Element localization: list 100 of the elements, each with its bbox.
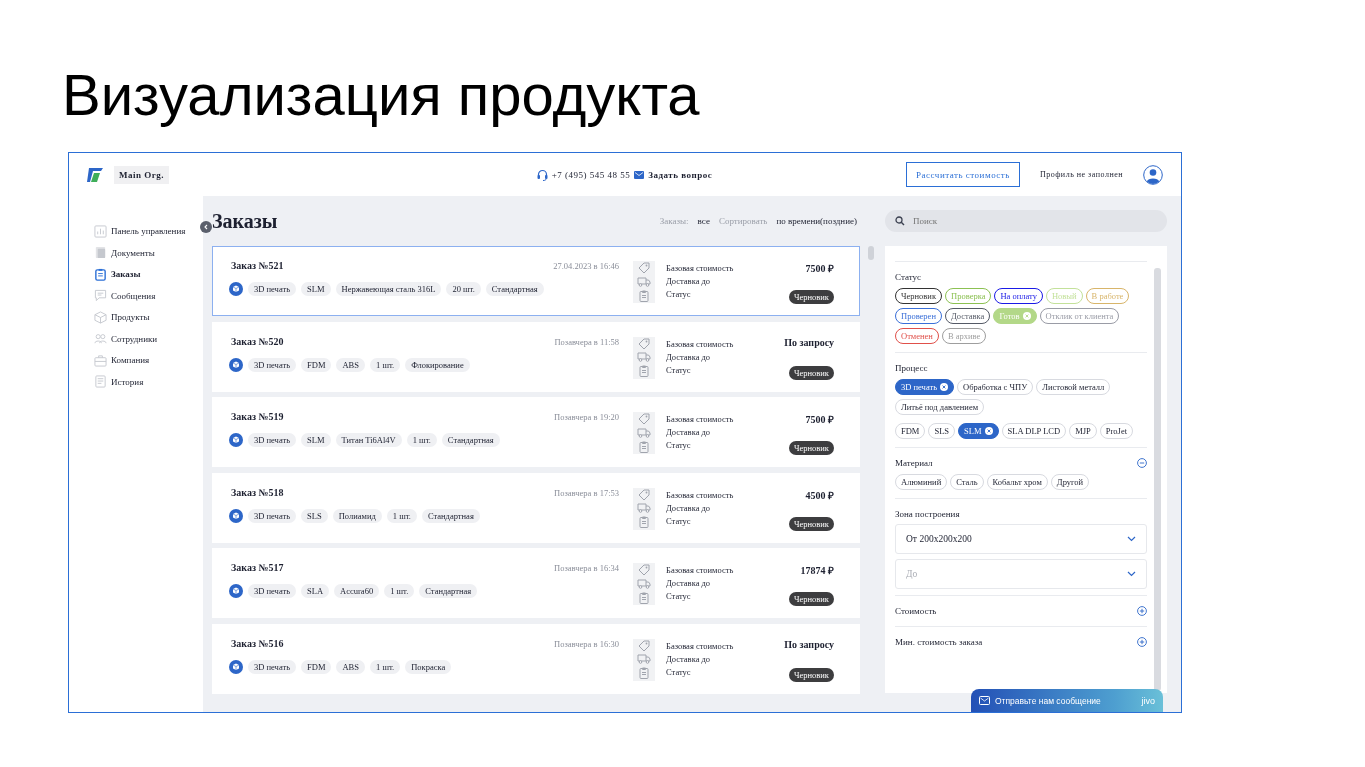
filter-chip[interactable]: На оплату — [994, 288, 1043, 304]
filter-chip[interactable]: SLS — [928, 423, 956, 439]
order-tag: Титан Ti6Al4V — [335, 433, 402, 447]
delivery-label: Доставка до — [666, 653, 712, 664]
sidebar-item[interactable]: Сотрудники — [94, 330, 203, 347]
logo-icon — [86, 166, 104, 183]
sidebar-item[interactable]: Сообщения — [94, 287, 203, 304]
order-price: 4500 ₽ — [805, 488, 834, 502]
chat-widget[interactable]: Отправьте нам сообщение jivo — [971, 689, 1163, 712]
clipboard-icon — [94, 267, 107, 281]
sort-dropdown[interactable]: по времени(поздние) — [776, 216, 857, 226]
collapse-icon[interactable] — [1137, 458, 1147, 468]
remove-icon[interactable] — [984, 427, 993, 435]
order-tag: SLM — [301, 433, 331, 447]
filter-chip[interactable]: Проверен — [895, 308, 942, 324]
filter-chip[interactable]: FDM — [895, 423, 926, 439]
profile-status[interactable]: Профиль не заполнен — [1039, 170, 1123, 179]
filter-chip[interactable]: 3D печать — [895, 379, 955, 395]
organization-name[interactable]: Main Org. — [114, 165, 169, 184]
expand-icon[interactable] — [1137, 606, 1147, 616]
chevron-down-icon[interactable] — [1127, 536, 1136, 542]
base-cost-label: Базовая стоимость — [666, 338, 735, 349]
order-tag: SLS — [301, 508, 328, 523]
sidebar-item[interactable]: Документы — [94, 244, 203, 261]
order-title: Заказ №520 — [231, 335, 284, 347]
document-icon — [94, 375, 107, 389]
order-title: Заказ №517 — [231, 562, 284, 573]
search-field[interactable]: Поиск — [911, 215, 1157, 227]
phone-number[interactable]: +7 (495) 545 48 55 — [551, 169, 631, 180]
order-card[interactable]: Заказ №520 Позавчера в 11:58 3D печать FDM ABS 1 шт. Флокирование Базовая стоимость Доставка до Статус По запросу Черновик — [212, 321, 860, 392]
sidebar-item[interactable]: Компания — [94, 352, 203, 369]
section-title[interactable]: Мин. стоимость заказа — [895, 637, 983, 647]
filter-chip[interactable]: SLA DLP LCD — [1001, 423, 1067, 439]
calculate-cost-button[interactable]: Рассчитать стоимость — [906, 162, 1020, 187]
size-from-dropdown[interactable]: От 200x200x200 — [895, 524, 1147, 554]
order-card[interactable]: Заказ №516 Позавчера в 16:30 3D печать FDM ABS 1 шт. Покраска Базовая стоимость Доставка до Статус По запросу Черновик — [212, 623, 860, 694]
filter-chip[interactable]: Черновик — [895, 288, 943, 304]
delivery-label: Доставка до — [666, 427, 712, 437]
tag-icon — [637, 639, 651, 652]
search-field[interactable]: Поиск — [885, 210, 1167, 232]
ask-question-link[interactable]: Задать вопрос — [648, 169, 713, 180]
cube-icon — [229, 508, 243, 523]
status-label: Статус — [666, 440, 692, 450]
slide-title: Визуализация продукта — [61, 61, 701, 129]
clipboard-icon — [639, 289, 649, 302]
filter-chip[interactable]: Листовой металл — [1036, 379, 1111, 395]
order-tag: 3D печать — [248, 282, 297, 296]
section-title: Статус — [895, 272, 921, 282]
sidebar-item[interactable]: Панель управления — [94, 223, 203, 240]
order-tag: 3D печать — [248, 659, 297, 674]
avatar-icon[interactable] — [1143, 164, 1163, 185]
tag-icon — [637, 262, 651, 275]
headset-icon — [536, 168, 548, 181]
filter-chip[interactable]: Доставка — [944, 308, 991, 324]
status-badge: Черновик — [788, 290, 834, 304]
expand-icon[interactable] — [1137, 637, 1147, 647]
people-icon — [94, 332, 107, 346]
delivery-label: Доставка до — [666, 578, 712, 588]
order-tag: 1 шт. — [370, 357, 401, 372]
filter-chip[interactable]: Обработка с ЧПУ — [957, 379, 1034, 395]
cube-icon — [229, 282, 243, 296]
scrollbar[interactable] — [868, 246, 874, 260]
order-title: Заказ №519 — [231, 411, 284, 422]
remove-icon[interactable] — [940, 383, 949, 391]
order-price: 7500 ₽ — [805, 413, 834, 426]
order-price: 7500 ₽ — [805, 262, 834, 275]
filter-chip[interactable]: SLM — [958, 423, 999, 439]
scrollbar[interactable] — [1154, 268, 1161, 691]
order-card[interactable]: Заказ №521 27.04.2023 в 16:46 3D печать SLM Нержавеющая сталь 316L 20 шт. Стандартная Базовая стоимость Доставка до Статус 7500 ₽ Черновик — [212, 246, 860, 316]
filter-chip[interactable]: Кобальт хром — [986, 474, 1048, 490]
filter-chip[interactable]: Литьё под давлением — [895, 399, 985, 415]
filter-chip[interactable]: Отменен — [895, 328, 939, 344]
section-title[interactable]: Стоимость — [895, 606, 937, 616]
briefcase-icon — [94, 353, 107, 367]
filter-chip[interactable]: ProJet — [1099, 423, 1133, 439]
chevron-down-icon[interactable] — [1127, 571, 1136, 577]
base-cost-label: Базовая стоимость — [666, 489, 735, 500]
sidebar-item[interactable]: История — [94, 373, 203, 390]
filter-chip[interactable]: Алюминий — [895, 474, 948, 490]
envelope-icon — [634, 170, 645, 179]
page-title: Заказы — [212, 209, 279, 233]
filter-chip[interactable]: Другой — [1050, 474, 1090, 490]
order-title: Заказ №518 — [231, 486, 284, 498]
filter-chip[interactable]: Сталь — [950, 474, 984, 490]
order-tag: SLA — [301, 584, 330, 598]
order-card[interactable]: Заказ №517 Позавчера в 16:34 3D печать SLA Accura60 1 шт. Стандартная Базовая стоимость Доставка до Статус 17874 ₽ Черновик — [212, 548, 860, 618]
sidebar-item[interactable]: Заказы — [94, 266, 203, 283]
order-card[interactable]: Заказ №518 Позавчера в 17:53 3D печать SLS Полиамид 1 шт. Стандартная Базовая стоимость Доставка до Статус 4500 ₽ Черновик — [212, 472, 860, 543]
tag-icon — [637, 488, 651, 501]
filter-chip[interactable]: MJP — [1069, 423, 1097, 439]
truck-icon — [637, 277, 651, 287]
tag-icon — [637, 413, 651, 426]
status-label: Статус — [666, 289, 692, 299]
truck-icon — [637, 503, 651, 514]
order-tag: Accura60 — [334, 584, 380, 598]
chevron-left-icon — [203, 224, 209, 230]
order-card[interactable]: Заказ №519 Позавчера в 19:20 3D печать SLM Титан Ti6Al4V 1 шт. Стандартная Базовая стоимость Доставка до Статус 7500 ₽ Черновик — [212, 397, 860, 467]
filter-dropdown[interactable]: все — [697, 216, 710, 226]
order-date: Позавчера в 11:58 — [554, 336, 619, 347]
sidebar-item[interactable]: Продукты — [94, 309, 203, 326]
